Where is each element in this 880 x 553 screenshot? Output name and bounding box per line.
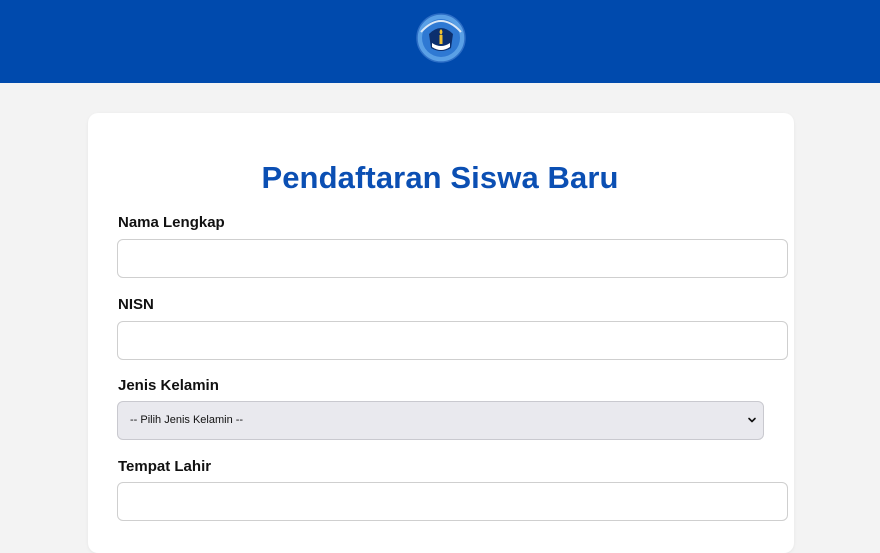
nisn-input[interactable] [117, 321, 788, 360]
gender-select-value: -- Pilih Jenis Kelamin -- [130, 414, 244, 426]
gender-select[interactable]: -- Pilih Jenis Kelamin -- [117, 401, 764, 440]
tut-wuri-handayani-logo-icon [416, 13, 466, 63]
form-title: Pendaftaran Siswa Baru [261, 160, 619, 195]
full-name-label: Nama Lengkap [118, 214, 225, 231]
nisn-label: NISN [118, 296, 154, 313]
gender-label: Jenis Kelamin [118, 377, 219, 394]
header-bar [0, 0, 880, 83]
full-name-input[interactable] [117, 239, 788, 278]
birthplace-input[interactable] [117, 482, 788, 521]
chevron-down-icon [748, 417, 756, 423]
birthplace-label: Tempat Lahir [118, 458, 212, 475]
